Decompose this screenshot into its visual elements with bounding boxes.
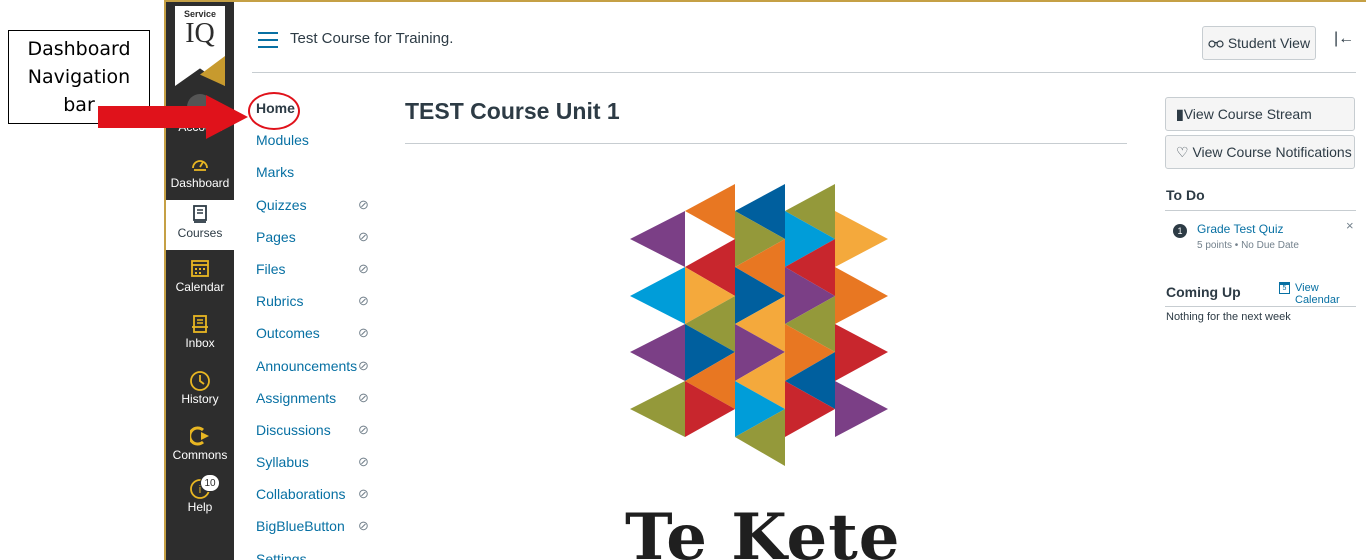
te-kete-pattern-graphic (630, 184, 888, 466)
coming-up-divider (1165, 306, 1356, 307)
glasses-icon (1208, 35, 1228, 51)
nav-item-courses[interactable]: Courses (166, 200, 234, 250)
course-header: Test Course for Training. Student View |… (240, 0, 1366, 72)
nav-item-dashboard[interactable]: Dashboard (166, 154, 234, 196)
inbox-icon (166, 314, 234, 336)
hidden-eye-icon: ⊘ (358, 196, 369, 212)
todo-item-link[interactable]: Grade Test Quiz (1197, 222, 1283, 236)
hidden-eye-icon: ⊘ (358, 389, 369, 405)
course-nav-announcements[interactable]: Announcements ⊘ (256, 350, 396, 382)
hidden-eye-icon: ⊘ (358, 293, 369, 309)
calendar-icon (166, 258, 234, 280)
nav-item-history[interactable]: History (166, 370, 234, 414)
view-course-stream-button[interactable]: ▮​ View Course Stream (1165, 97, 1355, 131)
hidden-eye-icon: ⊘ (358, 228, 369, 244)
hidden-eye-icon: ⊘ (358, 518, 369, 534)
course-nav-label: Settings (256, 550, 307, 560)
course-nav-label: Quizzes (256, 196, 307, 213)
course-nav-discussions[interactable]: Discussions ⊘ (256, 414, 396, 446)
hamburger-menu-icon[interactable] (258, 32, 278, 48)
course-nav-quizzes[interactable]: Quizzes ⊘ (256, 189, 396, 221)
view-calendar-link[interactable]: View Calendar (1295, 282, 1366, 306)
nav-item-commons[interactable]: Commons (166, 426, 234, 470)
collapse-sidebar-icon[interactable]: |← (1334, 30, 1354, 48)
course-nav-label: Rubrics (256, 293, 304, 310)
course-nav-label: Collaborations (256, 486, 346, 503)
nav-item-label: Dashboard (170, 176, 230, 190)
course-nav-label: BigBlueButton (256, 518, 345, 535)
student-view-label: Student View (1227, 35, 1311, 51)
hidden-eye-icon: ⊘ (358, 325, 369, 341)
course-nav-label: Files (256, 260, 286, 277)
te-kete-logo-text: Te Kete (625, 500, 901, 560)
course-nav-assignments[interactable]: Assignments ⊘ (256, 382, 396, 414)
global-navigation: Service IQ Account Dashboard Courses Cal… (166, 2, 234, 560)
hidden-eye-icon: ⊘ (358, 454, 369, 470)
course-nav-outcomes[interactable]: Outcomes ⊘ (256, 317, 396, 349)
course-nav-label: Announcements (256, 357, 358, 374)
dismiss-todo-icon[interactable]: × (1346, 218, 1354, 233)
annotation-line: Dashboard (27, 38, 131, 60)
todo-number-badge: 1 (1173, 224, 1187, 238)
nav-item-calendar[interactable]: Calendar (166, 258, 234, 302)
course-nav-files[interactable]: Files ⊘ (256, 253, 396, 285)
todo-heading: To Do (1166, 187, 1205, 203)
view-course-notifications-button[interactable]: ♡ View Course Notifications (1165, 135, 1355, 169)
help-notification-badge: 10 (200, 474, 220, 492)
hidden-eye-icon: ⊘ (358, 486, 369, 502)
course-nav-syllabus[interactable]: Syllabus ⊘ (256, 446, 396, 478)
breadcrumb-course-title[interactable]: Test Course for Training. (290, 30, 453, 47)
nav-item-label: Calendar (175, 280, 225, 294)
nav-item-inbox[interactable]: Inbox (166, 314, 234, 358)
view-course-notifications-label: View Course Notifications (1192, 144, 1352, 160)
course-nav-label: Marks (256, 164, 295, 181)
course-nav-settings[interactable]: Settings (256, 543, 396, 560)
todo-divider (1165, 210, 1356, 211)
course-nav-label: Outcomes (256, 325, 320, 342)
nav-item-label: Courses (177, 226, 223, 240)
dashboard-icon (166, 154, 234, 176)
hidden-eye-icon: ⊘ (358, 260, 369, 276)
commons-icon (166, 426, 234, 448)
hidden-eye-icon: ⊘ (358, 421, 369, 437)
service-iq-logo[interactable]: Service IQ (175, 6, 225, 86)
coming-up-heading: Coming Up (1166, 284, 1241, 300)
course-nav-bigbluebutton[interactable]: BigBlueButton ⊘ (256, 510, 396, 542)
course-nav-pages[interactable]: Pages ⊘ (256, 221, 396, 253)
student-view-button[interactable]: Student View (1202, 26, 1316, 60)
page-title: TEST Course Unit 1 (405, 98, 620, 124)
nav-item-label: History (181, 392, 219, 406)
course-nav-label: Modules (256, 132, 309, 149)
nav-item-label: Inbox (185, 336, 215, 350)
coming-up-empty-text: Nothing for the next week (1166, 311, 1291, 323)
todo-item-meta: 5 points • No Due Date (1197, 240, 1299, 251)
hidden-eye-icon: ⊘ (358, 357, 369, 373)
course-nav-label: Assignments (256, 389, 337, 406)
bell-icon: ♡ (1176, 144, 1189, 160)
course-nav-collaborations[interactable]: Collaborations ⊘ (256, 478, 396, 510)
annotation-arrow-icon (98, 95, 248, 139)
bar-chart-icon: ▮​ (1176, 106, 1184, 122)
title-divider (405, 143, 1127, 144)
nav-item-help[interactable]: i 10 Help (166, 474, 234, 522)
page: Service IQ Account Dashboard Courses Cal… (0, 0, 1366, 560)
annotation-highlight-circle (248, 92, 300, 130)
course-nav-label: Syllabus (256, 454, 309, 471)
course-nav-label: Pages (256, 228, 296, 245)
view-course-stream-label: View Course Stream (1183, 106, 1312, 122)
course-nav-marks[interactable]: Marks (256, 156, 396, 188)
course-nav-rubrics[interactable]: Rubrics ⊘ (256, 285, 396, 317)
nav-item-label: Help (187, 500, 213, 514)
calendar-small-icon: 5 (1279, 282, 1290, 294)
courses-icon (166, 204, 234, 226)
course-navigation: Home Modules Marks Quizzes ⊘ Pages ⊘ Files… (256, 92, 396, 560)
annotation-line: Navigation (27, 66, 131, 88)
nav-item-label: Commons (172, 448, 228, 462)
logo-iq-text: IQ (185, 18, 215, 49)
course-nav-label: Discussions (256, 421, 331, 438)
history-icon (166, 370, 234, 392)
header-divider (252, 72, 1356, 73)
